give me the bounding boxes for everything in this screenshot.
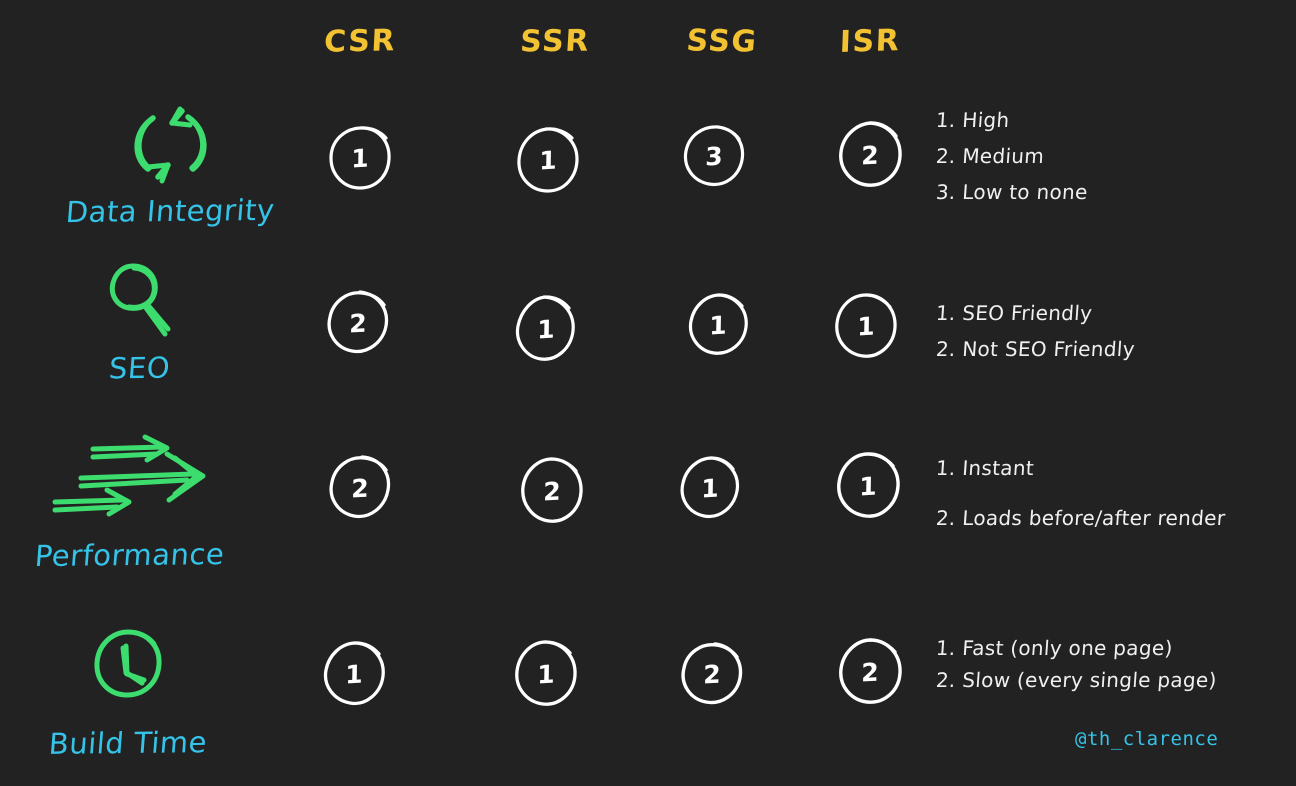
score-cell-data-integrity-csr: 1: [322, 120, 398, 196]
legend-data-integrity: 1. High 2. Medium 3. Low to none: [935, 108, 1286, 218]
score-value: 1: [857, 311, 875, 341]
score-value: 3: [705, 141, 723, 171]
score-value: 2: [861, 657, 879, 687]
score-value: 1: [351, 143, 369, 173]
score-cell-build-time-csr: 1: [316, 636, 392, 712]
legend-build-time: 1. Fast (only one page) 2. Slow (every s…: [935, 636, 1286, 702]
score-cell-data-integrity-isr: 2: [832, 117, 908, 193]
comparison-board: CSR SSR SSG ISR Data Integrity 1 1 3 2 1…: [0, 0, 1296, 786]
legend-performance: 1. Instant 2. Loads before/after render: [935, 456, 1286, 558]
score-cell-performance-ssg: 1: [672, 450, 748, 526]
score-value: 1: [859, 471, 877, 501]
legend-item: 1. Instant: [935, 456, 1035, 480]
legend-item: 1. Fast (only one page): [935, 636, 1174, 660]
score-value: 1: [537, 659, 555, 689]
table-row-performance: Performance 2 2 1 1 1. Instant 2. Loads …: [0, 420, 1296, 600]
score-value: 1: [537, 314, 555, 344]
column-header-ssg: SSG: [685, 23, 759, 60]
score-cell-data-integrity-ssr: 1: [510, 122, 586, 198]
column-header-isr: ISR: [839, 23, 901, 60]
score-cell-seo-isr: 1: [828, 288, 904, 364]
score-cell-performance-csr: 2: [322, 450, 398, 526]
score-cell-build-time-ssg: 2: [674, 636, 750, 712]
legend-item: 2. Slow (every single page): [935, 668, 1218, 692]
score-cell-data-integrity-ssg: 3: [676, 118, 752, 194]
score-value: 1: [539, 145, 557, 175]
score-cell-performance-isr: 1: [830, 448, 906, 524]
score-cell-seo-ssr: 1: [508, 291, 584, 367]
score-value: 2: [703, 659, 721, 689]
score-cell-seo-csr: 2: [320, 285, 396, 361]
legend-item: 2. Medium: [935, 144, 1045, 168]
table-row-seo: SEO 2 1 1 1 1. SEO Friendly 2. Not SEO F…: [0, 255, 1296, 415]
score-cell-build-time-ssr: 1: [508, 636, 584, 712]
column-header-csr: CSR: [323, 23, 397, 60]
score-value: 1: [709, 310, 727, 340]
column-header-row: CSR SSR SSG ISR: [0, 23, 1296, 86]
score-value: 2: [351, 473, 369, 503]
legend-item: 2. Loads before/after render: [935, 506, 1227, 530]
legend-item: 1. SEO Friendly: [935, 301, 1094, 325]
legend-item: 3. Low to none: [935, 180, 1089, 204]
score-cell-build-time-isr: 2: [832, 634, 908, 710]
column-header-ssr: SSR: [519, 23, 591, 60]
score-value: 2: [861, 140, 879, 170]
score-value: 2: [349, 308, 367, 338]
score-cell-performance-ssr: 2: [514, 453, 590, 529]
legend-item: 1. High: [935, 108, 1011, 132]
score-value: 2: [543, 476, 561, 506]
legend-seo: 1. SEO Friendly 2. Not SEO Friendly: [935, 301, 1286, 375]
score-value: 1: [345, 659, 363, 689]
attribution-handle: @th_clarence: [1075, 728, 1219, 750]
legend-item: 2. Not SEO Friendly: [935, 337, 1136, 361]
score-cell-seo-ssg: 1: [680, 287, 756, 363]
score-value: 1: [701, 473, 719, 503]
table-row-data-integrity: Data Integrity 1 1 3 2 1. High 2. Medium: [0, 100, 1296, 280]
